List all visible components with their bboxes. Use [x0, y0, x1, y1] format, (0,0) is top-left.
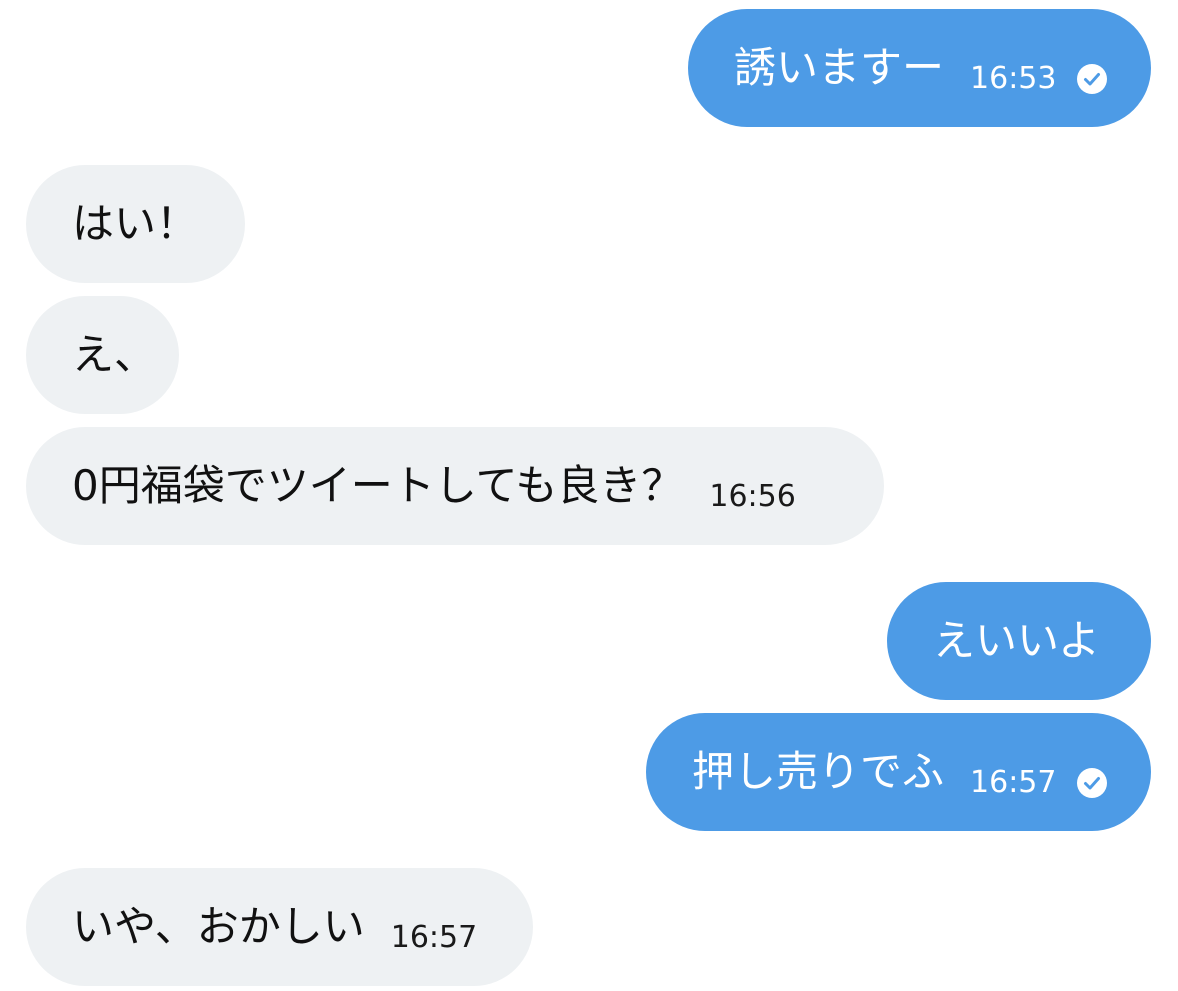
message-timestamp: 16:57: [390, 920, 478, 955]
message-timestamp: 16:56: [709, 479, 796, 514]
message-timestamp: 16:57: [970, 765, 1057, 800]
message-bubble-outgoing[interactable]: えいいよ: [887, 582, 1151, 700]
message-text: 押し売りでふ: [692, 747, 945, 796]
message-text: え、: [72, 330, 157, 379]
check-circle-icon: [1076, 767, 1108, 799]
message-text: いや、おかしい: [72, 902, 365, 951]
message-bubble-outgoing[interactable]: 誘いますー 16:53: [688, 9, 1151, 127]
message-text: 0円福袋でツイートしても良き？: [72, 461, 684, 510]
message-bubble-incoming[interactable]: はい！: [26, 165, 245, 283]
check-circle-icon: [1076, 63, 1108, 95]
message-text: はい！: [72, 199, 199, 248]
message-timestamp: 16:53: [970, 61, 1057, 96]
message-bubble-incoming[interactable]: いや、おかしい 16:57: [26, 868, 533, 986]
message-bubble-incoming[interactable]: え、: [26, 296, 179, 414]
message-bubble-outgoing[interactable]: 押し売りでふ 16:57: [646, 713, 1151, 831]
chat-thread: 誘いますー 16:53 はい！ え、 0円福袋でツイートしても良き？ 16:56…: [0, 0, 1178, 991]
message-text: 誘いますー: [734, 43, 945, 92]
message-text: えいいよ: [933, 616, 1101, 665]
message-bubble-incoming[interactable]: 0円福袋でツイートしても良き？ 16:56: [26, 427, 884, 545]
